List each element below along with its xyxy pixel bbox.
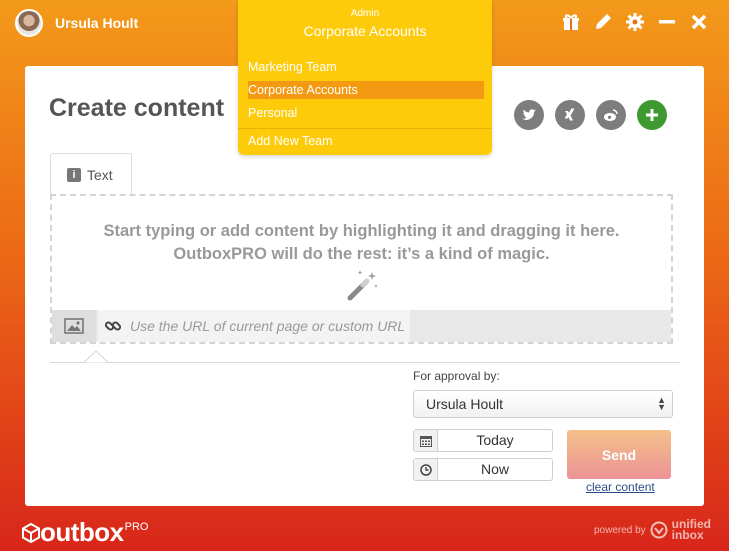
xing-button[interactable] xyxy=(555,100,585,130)
date-picker[interactable]: Today xyxy=(413,429,553,452)
cube-logo-icon xyxy=(22,522,40,543)
xing-icon xyxy=(564,108,575,121)
url-bar: Use the URL of current page or custom UR… xyxy=(52,310,671,342)
url-input[interactable]: Use the URL of current page or custom UR… xyxy=(98,310,410,342)
gift-icon[interactable] xyxy=(561,12,581,32)
add-image-button[interactable] xyxy=(52,310,96,342)
tab-label: Text xyxy=(87,166,113,183)
powered-by: powered by unified inbox xyxy=(593,518,711,542)
link-icon xyxy=(104,321,122,331)
twitter-button[interactable] xyxy=(514,100,544,130)
weibo-button[interactable] xyxy=(596,100,626,130)
add-social-button[interactable] xyxy=(637,100,667,130)
dropzone-hint-line2: OutboxPRO will do the rest: it’s a kind … xyxy=(173,245,550,263)
current-team[interactable]: Corporate Accounts xyxy=(238,23,492,39)
menu-item-personal[interactable]: Personal xyxy=(248,104,484,122)
clear-content-link[interactable]: clear content xyxy=(586,480,655,494)
url-placeholder: Use the URL of current page or custom UR… xyxy=(130,318,406,334)
approver-value: Ursula Hoult xyxy=(426,396,504,412)
team-dropdown: Admin Corporate Accounts Marketing Team … xyxy=(238,0,492,155)
minimize-icon[interactable] xyxy=(657,12,677,32)
image-icon xyxy=(64,318,84,334)
dropzone-hint-line1: Start typing or add content by highlight… xyxy=(103,222,620,240)
add-new-team-item[interactable]: Add New Team xyxy=(248,132,484,150)
info-icon: i xyxy=(67,167,81,182)
powered-by-text: powered by xyxy=(593,524,646,536)
add-icon xyxy=(646,109,658,121)
divider xyxy=(50,362,680,363)
close-icon[interactable] xyxy=(689,12,709,32)
pointer-caret xyxy=(84,350,108,363)
user-name[interactable]: Ursula Hoult xyxy=(55,15,138,31)
approval-label: For approval by: xyxy=(413,369,500,383)
brand-name: unified inbox xyxy=(671,518,711,542)
logo-suffix: PRO xyxy=(124,520,149,533)
dropzone-hint: Start typing or add content by highlight… xyxy=(52,220,671,266)
menu-divider xyxy=(238,128,492,129)
window-controls xyxy=(561,12,709,32)
twitter-icon xyxy=(522,109,536,120)
logo-text: outbox xyxy=(40,517,124,547)
pencil-icon[interactable] xyxy=(593,12,613,32)
tab-text[interactable]: i Text xyxy=(50,153,132,195)
menu-item-corporate-accounts[interactable]: Corporate Accounts xyxy=(248,81,484,99)
time-picker[interactable]: Now xyxy=(413,458,553,481)
page-title: Create content xyxy=(49,94,225,122)
clock-icon xyxy=(414,459,438,480)
calendar-icon xyxy=(414,430,438,451)
date-value: Today xyxy=(476,432,514,448)
send-button[interactable]: Send xyxy=(567,430,671,479)
magic-wand-icon xyxy=(347,270,378,301)
updown-arrows-icon: ▲ ▼ xyxy=(657,395,666,412)
approver-select[interactable]: Ursula Hoult ▲ ▼ xyxy=(413,390,673,418)
avatar[interactable] xyxy=(15,9,43,37)
content-dropzone[interactable]: Start typing or add content by highlight… xyxy=(50,194,673,344)
menu-role-label: Admin xyxy=(350,8,380,19)
menu-item-marketing-team[interactable]: Marketing Team xyxy=(248,58,484,76)
brand-line2: inbox xyxy=(671,528,704,542)
outbox-logo: outbox PRO xyxy=(22,517,149,548)
time-value: Now xyxy=(480,461,509,477)
gear-icon[interactable] xyxy=(625,12,645,32)
weibo-icon xyxy=(604,109,618,121)
unified-inbox-logo-icon xyxy=(650,521,668,539)
